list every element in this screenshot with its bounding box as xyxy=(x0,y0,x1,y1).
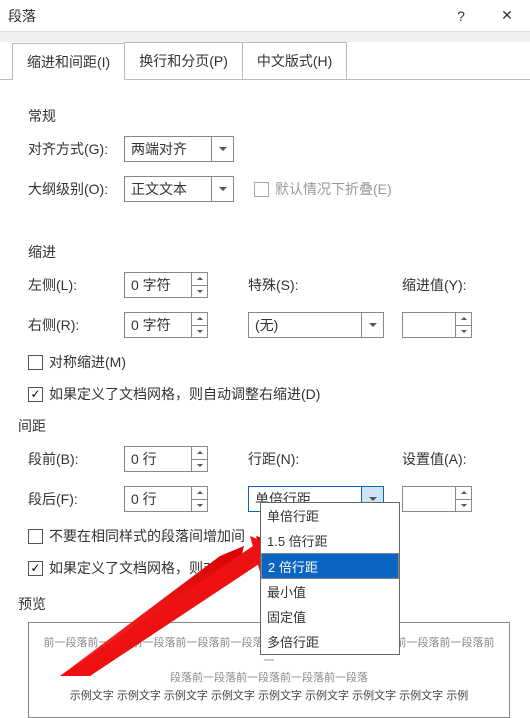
indent-by-spinner[interactable] xyxy=(402,312,472,338)
close-icon: ✕ xyxy=(501,7,513,24)
special-indent-label: 特殊(S): xyxy=(248,275,318,295)
auto-adjust-right-indent-label: 如果定义了文档网格，则自动调整右缩进(D) xyxy=(49,384,320,404)
spin-up-icon[interactable] xyxy=(192,447,207,460)
chevron-down-icon xyxy=(211,137,233,161)
special-indent-combo[interactable]: (无) xyxy=(248,312,384,338)
line-spacing-option-single[interactable]: 单倍行距 xyxy=(261,503,399,528)
indent-left-spinner[interactable]: 0 字符 xyxy=(124,272,208,298)
tab-label: 缩进和间距(I) xyxy=(27,54,110,70)
line-spacing-option-multiple[interactable]: 多倍行距 xyxy=(261,629,399,654)
spin-down-icon[interactable] xyxy=(192,500,207,512)
close-button[interactable]: ✕ xyxy=(484,0,530,32)
tab-line-page-breaks[interactable]: 换行和分页(P) xyxy=(124,42,243,79)
snap-to-grid-label: 如果定义了文档网格，则对齐到 xyxy=(49,558,245,578)
tab-indents-spacing[interactable]: 缩进和间距(I) xyxy=(12,43,125,80)
help-button[interactable]: ? xyxy=(438,0,484,32)
mirror-indents-checkbox[interactable] xyxy=(28,355,43,370)
alignment-label: 对齐方式(G): xyxy=(28,139,124,159)
spin-down-icon[interactable] xyxy=(456,500,471,512)
tab-label: 换行和分页(P) xyxy=(139,53,228,69)
collapsed-by-default-checkbox[interactable] xyxy=(254,182,269,197)
no-space-same-style-checkbox[interactable] xyxy=(28,529,43,544)
special-indent-value: (无) xyxy=(249,315,361,335)
alignment-combo[interactable]: 两端对齐 xyxy=(124,136,234,162)
indent-by-label: 缩进值(Y): xyxy=(402,275,467,295)
spin-down-icon[interactable] xyxy=(192,460,207,472)
indent-right-value: 0 字符 xyxy=(125,315,191,335)
section-indent-label: 缩进 xyxy=(28,242,510,262)
spin-down-icon[interactable] xyxy=(456,326,471,338)
spin-up-icon[interactable] xyxy=(456,313,471,326)
preview-text-line: 示例文字 示例文字 示例文字 示例文字 示例文字 示例文字 示例文字 示例文字 … xyxy=(41,688,497,706)
outline-level-combo[interactable]: 正文文本 xyxy=(124,176,234,202)
indent-left-label: 左侧(L): xyxy=(28,275,124,295)
space-before-spinner[interactable]: 0 行 xyxy=(124,446,208,472)
space-before-label: 段前(B): xyxy=(28,449,124,469)
space-before-value: 0 行 xyxy=(125,449,191,469)
spin-up-icon[interactable] xyxy=(192,487,207,500)
chevron-down-icon xyxy=(361,313,383,337)
line-spacing-option-double[interactable]: 2 倍行距 xyxy=(261,553,399,579)
section-spacing-label: 间距 xyxy=(18,416,510,436)
outline-level-value: 正文文本 xyxy=(125,179,211,199)
spacing-at-spinner[interactable] xyxy=(402,486,472,512)
auto-adjust-right-indent-checkbox[interactable] xyxy=(28,387,43,402)
question-mark-icon: ? xyxy=(457,8,465,24)
line-spacing-option-1-5[interactable]: 1.5 倍行距 xyxy=(261,528,399,553)
line-spacing-label: 行距(N): xyxy=(248,449,318,469)
no-space-same-style-label: 不要在相同样式的段落间增加间 xyxy=(49,526,245,546)
space-after-label: 段后(F): xyxy=(28,489,124,509)
section-general-label: 常规 xyxy=(28,106,510,126)
spin-up-icon[interactable] xyxy=(192,273,207,286)
tab-asian-typography[interactable]: 中文版式(H) xyxy=(242,42,347,79)
spin-down-icon[interactable] xyxy=(192,286,207,298)
collapsed-by-default-label: 默认情况下折叠(E) xyxy=(275,179,392,199)
spin-up-icon[interactable] xyxy=(456,487,471,500)
line-spacing-option-exactly[interactable]: 固定值 xyxy=(261,604,399,629)
spin-up-icon[interactable] xyxy=(192,313,207,326)
spin-down-icon[interactable] xyxy=(192,326,207,338)
spacing-at-label: 设置值(A): xyxy=(402,449,467,469)
snap-to-grid-checkbox[interactable] xyxy=(28,561,43,576)
tab-bar: 缩进和间距(I) 换行和分页(P) 中文版式(H) xyxy=(0,42,530,80)
space-after-spinner[interactable]: 0 行 xyxy=(124,486,208,512)
tab-label: 中文版式(H) xyxy=(257,53,332,69)
dialog-title: 段落 xyxy=(0,6,438,26)
line-spacing-option-atleast[interactable]: 最小值 xyxy=(261,579,399,604)
titlebar: 段落 ? ✕ xyxy=(0,0,530,32)
mirror-indents-label: 对称缩进(M) xyxy=(49,352,126,372)
chevron-down-icon xyxy=(211,177,233,201)
indent-right-spinner[interactable]: 0 字符 xyxy=(124,312,208,338)
indent-left-value: 0 字符 xyxy=(125,275,191,295)
line-spacing-dropdown-list[interactable]: 单倍行距 1.5 倍行距 2 倍行距 最小值 固定值 多倍行距 xyxy=(260,502,400,655)
space-after-value: 0 行 xyxy=(125,489,191,509)
indent-right-label: 右侧(R): xyxy=(28,315,124,335)
alignment-value: 两端对齐 xyxy=(125,139,211,159)
outline-level-label: 大纲级别(O): xyxy=(28,179,124,199)
